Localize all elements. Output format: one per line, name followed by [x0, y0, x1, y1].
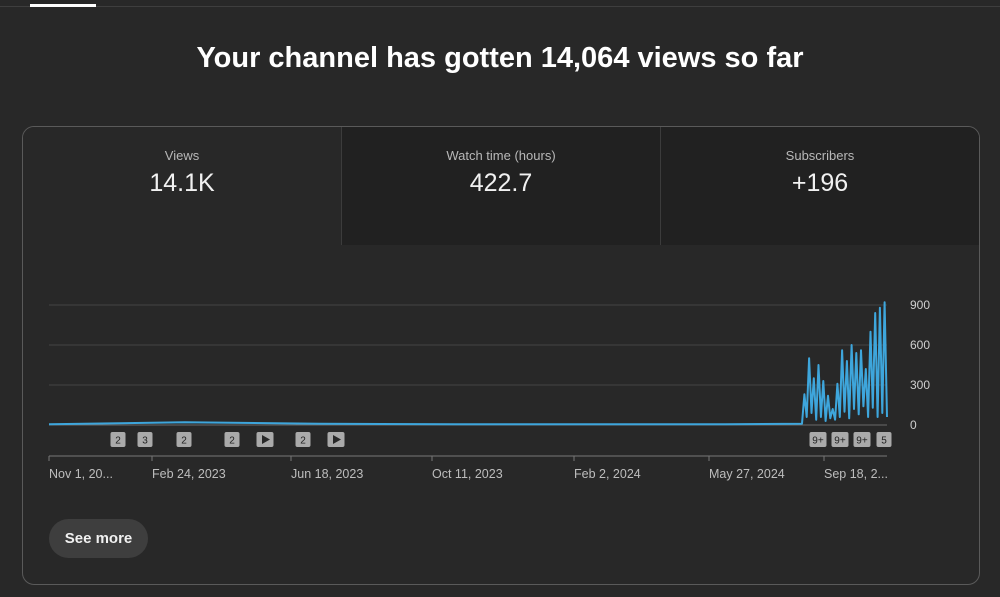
metric-tabs: Views 14.1K Watch time (hours) 422.7 Sub…	[23, 127, 979, 245]
page-title: Your channel has gotten 14,064 views so …	[196, 42, 804, 74]
y-tick-label: 300	[910, 378, 930, 392]
metric-tab-watch-time[interactable]: Watch time (hours) 422.7	[341, 127, 660, 245]
x-tick-label: Oct 11, 2023	[432, 467, 503, 481]
video-count-label: 2	[300, 436, 306, 447]
video-count-label: 9+	[812, 436, 824, 447]
see-more-button[interactable]: See more	[49, 519, 148, 558]
y-tick-label: 0	[910, 418, 917, 432]
active-tab-indicator	[30, 4, 96, 7]
video-count-label: 3	[142, 436, 148, 447]
y-tick-label: 600	[910, 338, 930, 352]
analytics-card: Views 14.1K Watch time (hours) 422.7 Sub…	[22, 126, 980, 585]
x-tick-label: Sep 18, 2...	[824, 467, 888, 481]
metric-value: 14.1K	[149, 169, 215, 197]
metric-tab-subscribers[interactable]: Subscribers +196	[660, 127, 979, 245]
x-tick-label: Jun 18, 2023	[291, 467, 363, 481]
metric-label: Views	[164, 148, 200, 163]
y-tick-label: 900	[910, 298, 930, 312]
top-divider	[0, 6, 1000, 7]
video-count-label: 2	[181, 436, 187, 447]
x-tick-label: Nov 1, 20...	[49, 467, 113, 481]
views-series-line	[48, 301, 888, 426]
video-count-label: 2	[115, 436, 121, 447]
metric-label: Watch time (hours)	[446, 148, 556, 163]
views-line-chart: 0 300 600 900 2 3 2 2 2 9+ 9+ 9+ 5 Nov 1, 20... Feb 24…	[48, 298, 930, 481]
video-count-label: 9+	[856, 436, 868, 447]
metric-value: +196	[791, 169, 849, 197]
x-tick-label: May 27, 2024	[709, 467, 785, 481]
metric-label: Subscribers	[785, 148, 855, 163]
metric-value: 422.7	[469, 169, 533, 197]
video-count-label: 9+	[834, 436, 846, 447]
video-count-label: 5	[881, 436, 887, 447]
x-tick-label: Feb 24, 2023	[152, 467, 226, 481]
video-count-label: 2	[229, 436, 235, 447]
metric-tab-views[interactable]: Views 14.1K	[23, 127, 341, 245]
x-tick-label: Feb 2, 2024	[574, 467, 641, 481]
